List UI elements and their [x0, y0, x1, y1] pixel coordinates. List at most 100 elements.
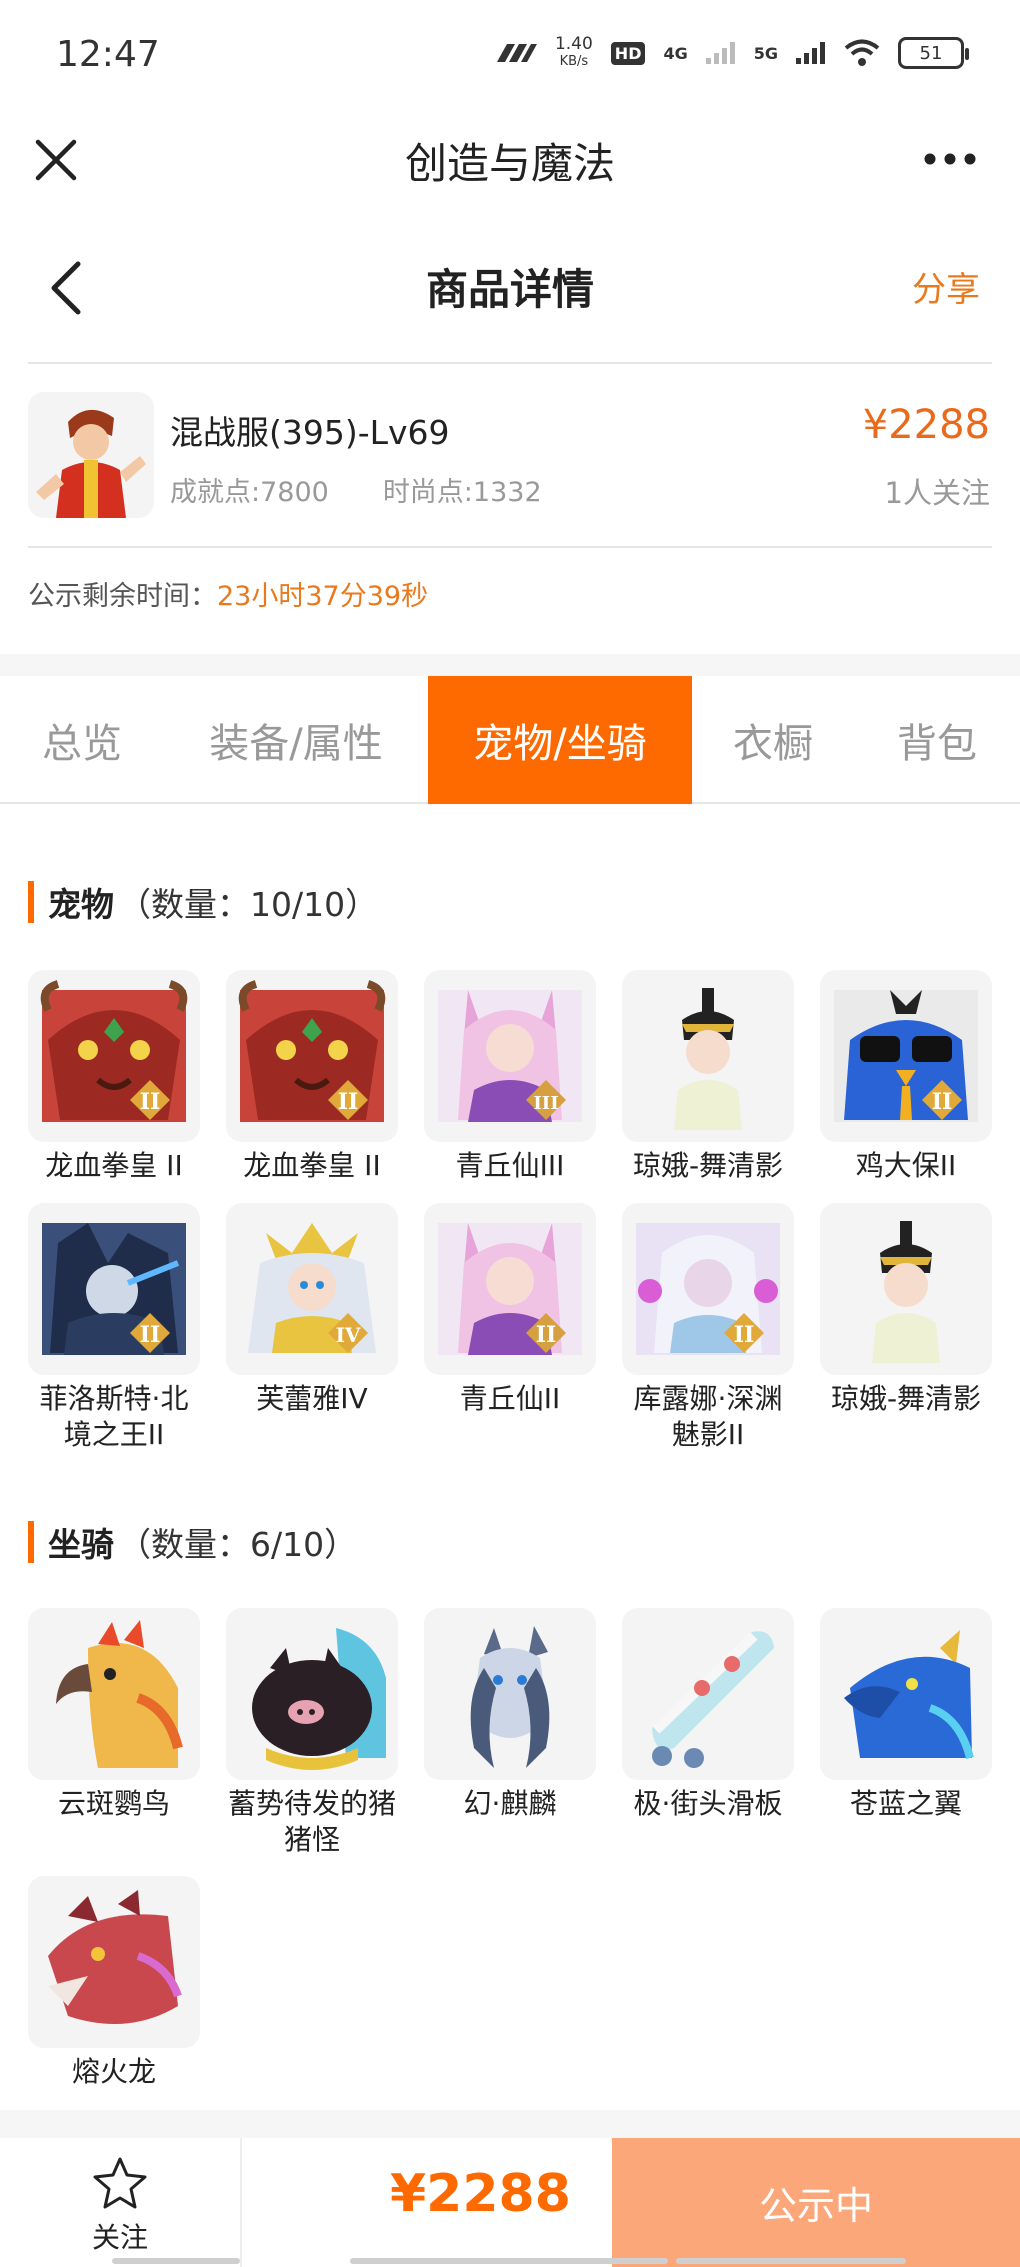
- parrot-icon: [28, 1608, 200, 1780]
- signal-icon: [796, 42, 825, 64]
- publicity-timer: 公示剩余时间：23小时37分39秒: [28, 574, 428, 613]
- product-card[interactable]: 混战服(395)-Lv69 成就点:7800 时尚点:1332 ¥2288 1人…: [0, 366, 1020, 546]
- section-marker: [28, 1521, 34, 1563]
- speed-icon: [496, 44, 537, 62]
- signal-icon: [705, 42, 735, 64]
- tab-overview[interactable]: 总览: [0, 676, 164, 804]
- avatar: [28, 392, 154, 518]
- share-button[interactable]: 分享: [912, 262, 980, 311]
- pet-name: 青丘仙II: [459, 1382, 561, 1415]
- hd-badge: HD: [610, 41, 646, 65]
- svg-text:II: II: [734, 1322, 755, 1348]
- red-dragon-icon: II: [238, 980, 386, 1122]
- mount-name: 幻·麒麟: [463, 1787, 557, 1820]
- dancer-icon: [820, 1203, 992, 1375]
- battery-icon: 51: [898, 37, 969, 69]
- app-bar: 创造与魔法: [0, 110, 1020, 240]
- svg-text:IV: IV: [336, 1323, 361, 1347]
- divider: [28, 546, 992, 548]
- pet-name: 龙血拳皇 II: [243, 1149, 381, 1182]
- svg-text:II: II: [932, 1089, 953, 1115]
- pet-name: 库露娜·深渊魅影II: [633, 1382, 783, 1451]
- status-bar: 12:47 1.40 KB/s HD 4G 5G 51: [0, 0, 1020, 110]
- publicity-status-button[interactable]: 公示中: [612, 2138, 1020, 2267]
- pets-count: （数量：10/10）: [118, 885, 379, 924]
- home-indicator: [350, 2258, 668, 2264]
- fox-fairy-icon: III: [438, 990, 582, 1122]
- pet-item[interactable]: II 鸡大保II: [820, 970, 992, 1184]
- abyss-girl-icon: II: [636, 1223, 780, 1355]
- mount-item[interactable]: 熔火龙: [28, 1876, 200, 2090]
- fox-fairy-icon: II: [438, 1223, 582, 1355]
- pet-name: 鸡大保II: [855, 1149, 957, 1182]
- dancer-icon: [622, 970, 794, 1142]
- fashion-points: 时尚点:1332: [382, 477, 542, 508]
- pet-name: 琼娥-舞清影: [830, 1382, 982, 1415]
- product-points: 成就点:7800 时尚点:1332: [170, 470, 542, 509]
- mount-item[interactable]: 苍蓝之翼: [820, 1608, 992, 1822]
- tab-pets-mounts[interactable]: 宠物/坐骑: [428, 676, 692, 804]
- mounts-section-title: 坐骑 （数量：6/10）: [28, 1518, 357, 1566]
- pet-item[interactable]: II 龙血拳皇 II: [28, 970, 200, 1184]
- section-marker: [28, 881, 34, 923]
- mounts-title: 坐骑: [48, 1525, 114, 1564]
- svg-text:II: II: [536, 1322, 557, 1348]
- pet-item[interactable]: II 菲洛斯特·北境之王II: [28, 1203, 200, 1453]
- mount-item[interactable]: 云斑鹦鸟: [28, 1608, 200, 1822]
- mount-name: 蓄势待发的猪猪怪: [227, 1787, 396, 1856]
- status-icons: 1.40 KB/s HD 4G 5G 51: [493, 36, 969, 70]
- net-speed-unit: KB/s: [559, 54, 589, 69]
- bottom-action-bar: 关注 ¥2288 公示中: [0, 2138, 1020, 2267]
- pet-item[interactable]: IV 芙蕾雅IV: [226, 1203, 398, 1417]
- countdown: 23小时37分39秒: [217, 581, 429, 612]
- bottom-spacer: [0, 2110, 1020, 2138]
- follower-count: 1人关注: [884, 476, 990, 510]
- product-price: ¥2288: [862, 402, 990, 448]
- svg-text:II: II: [338, 1089, 359, 1115]
- detail-header: 商品详情 分享: [0, 240, 1020, 364]
- bottom-price: ¥2288: [390, 2164, 571, 2224]
- mounts-count: （数量：6/10）: [118, 1525, 358, 1564]
- svg-text:II: II: [140, 1089, 161, 1115]
- follow-label: 关注: [91, 2221, 148, 2254]
- tab-backpack[interactable]: 背包: [854, 676, 1020, 804]
- pet-name: 芙蕾雅IV: [256, 1382, 368, 1415]
- tab-wardrobe[interactable]: 衣橱: [692, 676, 854, 804]
- network-5g: 5G: [753, 43, 778, 63]
- page-title: 商品详情: [425, 265, 594, 314]
- blue-bird-icon: II: [834, 990, 978, 1122]
- net-speed: 1.40 KB/s: [555, 36, 593, 70]
- red-dragon-icon: II: [40, 980, 188, 1122]
- pet-name: 琼娥-舞清影: [632, 1149, 784, 1182]
- mount-item[interactable]: 蓄势待发的猪猪怪: [226, 1608, 398, 1858]
- mount-item[interactable]: 极·街头滑板: [622, 1608, 794, 1822]
- blue-dragon-icon: [834, 1628, 978, 1760]
- pet-item[interactable]: II 龙血拳皇 II: [226, 970, 398, 1184]
- pets-title: 宠物: [48, 885, 114, 924]
- pet-item[interactable]: 琼娥-舞清影: [820, 1203, 992, 1417]
- status-time: 12:47: [56, 34, 160, 75]
- network-4g: 4G: [663, 43, 688, 63]
- pet-item[interactable]: II 库露娜·深渊魅影II: [622, 1203, 794, 1453]
- ice-king-icon: II: [42, 1223, 186, 1355]
- valkyrie-icon: IV: [226, 1203, 398, 1375]
- lava-dragon-icon: [42, 1890, 186, 2028]
- mount-name: 极·街头滑板: [633, 1787, 783, 1820]
- mount-name: 云斑鹦鸟: [57, 1787, 170, 1820]
- wifi-icon: [844, 39, 880, 66]
- follow-button[interactable]: 关注: [0, 2138, 242, 2267]
- mount-item[interactable]: 幻·麒麟: [424, 1608, 596, 1822]
- achievement-points: 成就点:7800: [170, 477, 329, 508]
- pet-item[interactable]: II 青丘仙II: [424, 1203, 596, 1417]
- pet-name: 青丘仙III: [455, 1149, 565, 1182]
- app-title: 创造与魔法: [404, 139, 615, 188]
- tab-bar: 总览 装备/属性 宠物/坐骑 衣橱 背包: [0, 676, 1020, 804]
- star-icon: [93, 2157, 147, 2209]
- more-icon[interactable]: [920, 144, 980, 174]
- qilin-icon: [424, 1608, 596, 1780]
- pets-section-title: 宠物 （数量：10/10）: [28, 878, 378, 926]
- pet-item[interactable]: 琼娥-舞清影: [622, 970, 794, 1184]
- pet-item[interactable]: III 青丘仙III: [424, 970, 596, 1184]
- character-avatar-icon: [28, 392, 154, 518]
- tab-equipment[interactable]: 装备/属性: [164, 676, 428, 804]
